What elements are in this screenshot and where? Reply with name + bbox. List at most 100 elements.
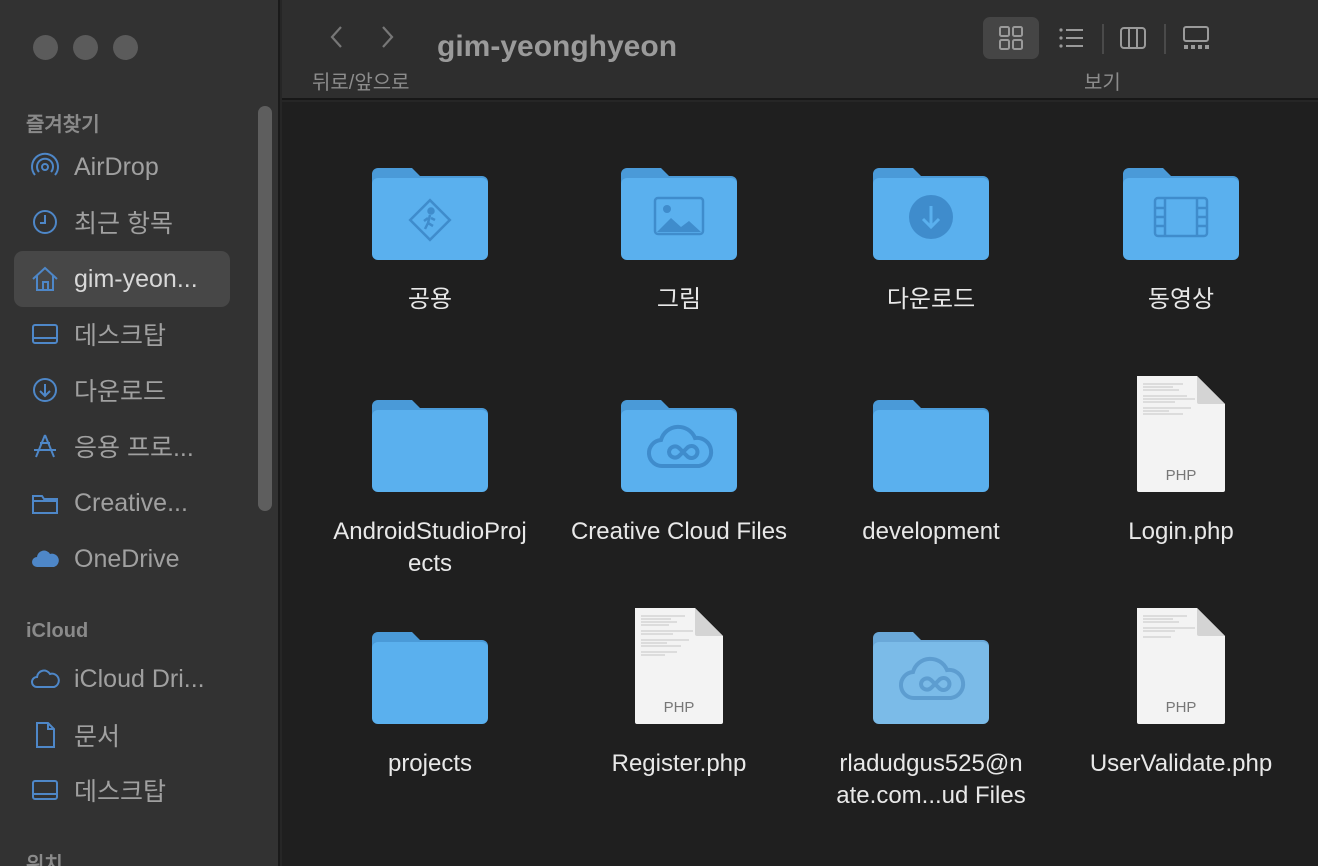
downloads-folder-icon: [866, 142, 996, 262]
folder-item-downloads[interactable]: 다운로드: [811, 142, 1051, 316]
file-name: 그림: [656, 286, 702, 313]
file-grid: 공용 그림 다운로드 동영상 AndroidStudioProj ects Cr…: [282, 102, 1318, 866]
file-name: projects: [387, 750, 473, 777]
sidebar-item-downloads[interactable]: 다운로드: [14, 362, 230, 418]
sidebar-item-label: gim-yeon...: [74, 264, 198, 293]
public-folder-icon: [365, 142, 495, 262]
php-file-icon: PHP: [1116, 374, 1246, 494]
file-item-uservalidate-php[interactable]: PHP UserValidate.php: [1061, 606, 1301, 780]
desktop-icon: [28, 317, 62, 351]
folder-icon: [28, 486, 62, 520]
creative-cloud-folder-icon: [866, 606, 996, 726]
sidebar-item-recents[interactable]: 최근 항목: [14, 194, 230, 250]
file-type-label: PHP: [1166, 699, 1197, 716]
sidebar-item-applications[interactable]: 응용 프로...: [14, 418, 230, 474]
file-name: 다운로드: [886, 286, 976, 313]
icloud-icon: [28, 662, 62, 696]
sidebar-item-label: Creative...: [74, 488, 188, 517]
sidebar-item-label: OneDrive: [74, 544, 180, 573]
clock-icon: [28, 205, 62, 239]
php-file-icon: PHP: [614, 606, 744, 726]
folder-icon: [365, 606, 495, 726]
grid-icon: [999, 26, 1023, 50]
folder-item-projects[interactable]: projects: [310, 606, 550, 780]
view-label: 보기: [1084, 72, 1121, 94]
list-view-button[interactable]: [1043, 17, 1099, 59]
file-name: 공용: [407, 286, 453, 313]
sidebar-item-airdrop[interactable]: AirDrop: [14, 139, 230, 195]
gallery-view-button[interactable]: [1168, 17, 1224, 59]
back-button[interactable]: [322, 22, 352, 52]
window-title: gim-yeonghyeon: [437, 30, 678, 63]
list-icon: [1059, 28, 1083, 48]
home-icon: [28, 262, 62, 296]
file-type-label: PHP: [1166, 467, 1197, 484]
file-name: UserValidate.php: [1089, 750, 1273, 777]
creative-cloud-folder-icon: [614, 374, 744, 494]
minimize-window-button[interactable]: [73, 35, 98, 60]
sidebar-item-label: iCloud Dri...: [74, 664, 205, 693]
sidebar-item-onedrive[interactable]: OneDrive: [14, 531, 230, 587]
toolbar-divider: [1164, 24, 1166, 54]
folder-item-androidstudioprojects[interactable]: AndroidStudioProj ects: [310, 374, 550, 580]
sidebar-scrollbar[interactable]: [258, 106, 272, 511]
back-forward-label: 뒤로/앞으로: [312, 72, 410, 94]
icon-view-button[interactable]: [983, 17, 1039, 59]
folder-item-pictures[interactable]: 그림: [559, 142, 799, 316]
document-icon: [28, 718, 62, 752]
folder-item-development[interactable]: development: [811, 374, 1051, 548]
php-file-icon: PHP: [1116, 606, 1246, 726]
chevron-right-icon: [382, 26, 394, 48]
sidebar-item-creative-cloud[interactable]: Creative...: [14, 475, 230, 531]
airdrop-icon: [28, 150, 62, 184]
file-name: Register.php: [611, 750, 747, 777]
file-item-login-php[interactable]: PHP Login.php: [1061, 374, 1301, 548]
sidebar-item-home[interactable]: gim-yeon...: [14, 251, 230, 307]
movies-folder-icon: [1116, 142, 1246, 262]
applications-icon: [28, 429, 62, 463]
sidebar-item-label: 다운로드: [74, 378, 167, 406]
file-name: development: [862, 518, 1000, 545]
file-type-label: PHP: [664, 699, 695, 716]
file-name: AndroidStudioProj ects: [333, 518, 527, 577]
icloud-section-title: iCloud: [26, 620, 89, 642]
download-icon: [28, 373, 62, 407]
sidebar-item-label: 데스크탑: [74, 778, 167, 806]
sidebar-item-label: 문서: [74, 723, 121, 751]
sidebar-item-label: 데스크탑: [74, 322, 167, 350]
file-name: Creative Cloud Files: [570, 518, 788, 545]
zoom-window-button[interactable]: [113, 35, 138, 60]
toolbar-divider: [1102, 24, 1104, 54]
desktop-icon: [28, 773, 62, 807]
folder-item-movies[interactable]: 동영상: [1061, 142, 1301, 316]
file-name: rladudgus525@n ate.com...ud Files: [836, 750, 1026, 809]
close-window-button[interactable]: [33, 35, 58, 60]
column-view-button[interactable]: [1105, 17, 1161, 59]
chevron-left-icon: [330, 26, 342, 48]
file-name: 동영상: [1147, 286, 1215, 313]
sidebar: 즐겨찾기 AirDrop 최근 항목 gim-yeon... 데스크탑 다운로드: [0, 0, 280, 866]
folder-icon: [365, 374, 495, 494]
folder-item-public[interactable]: 공용: [310, 142, 550, 316]
favorites-section-title: 즐겨찾기: [26, 114, 100, 136]
forward-button[interactable]: [372, 22, 402, 52]
folder-item-creative-cloud-files[interactable]: Creative Cloud Files: [559, 374, 799, 548]
locations-section-title: 위치: [26, 854, 63, 866]
sidebar-item-label: 최근 항목: [74, 210, 173, 238]
columns-icon: [1120, 27, 1146, 49]
file-item-register-php[interactable]: PHP Register.php: [559, 606, 799, 780]
sidebar-item-label: 응용 프로...: [74, 434, 194, 462]
folder-icon: [866, 374, 996, 494]
sidebar-item-desktop[interactable]: 데스크탑: [14, 306, 230, 362]
gallery-icon: [1183, 26, 1209, 49]
sidebar-item-icloud-drive[interactable]: iCloud Dri...: [14, 651, 230, 707]
folder-item-onedrive-creative-cloud[interactable]: rladudgus525@n ate.com...ud Files: [811, 606, 1051, 812]
file-name: Login.php: [1128, 518, 1234, 545]
window-controls: [33, 35, 138, 60]
toolbar: 뒤로/앞으로 gim-yeonghyeon 보기: [282, 0, 1318, 100]
sidebar-item-icloud-desktop[interactable]: 데스크탑: [14, 762, 230, 818]
cloud-icon: [28, 542, 62, 576]
pictures-folder-icon: [614, 142, 744, 262]
sidebar-item-documents[interactable]: 문서: [14, 707, 230, 763]
sidebar-item-label: AirDrop: [74, 152, 159, 181]
